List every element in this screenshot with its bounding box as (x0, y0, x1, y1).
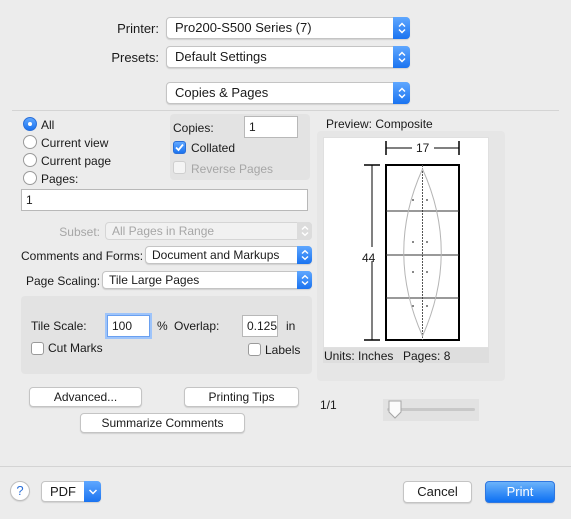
popup-arrows-icon (393, 46, 410, 68)
radio-current-view[interactable] (23, 135, 37, 149)
scaling-value: Tile Large Pages (109, 273, 200, 287)
popup-arrows-icon (297, 246, 312, 264)
popup-arrows-icon (297, 271, 312, 289)
help-icon: ? (16, 483, 24, 498)
popup-arrows-icon (393, 82, 410, 104)
radio-pages[interactable] (23, 171, 37, 185)
preview-width-label: 17 (416, 141, 430, 155)
pages-count-label: Pages: 8 (403, 349, 451, 363)
printer-label: Printer: (117, 21, 159, 36)
preview-diagram (360, 141, 460, 341)
scaling-popup[interactable]: Tile Large Pages (102, 271, 312, 289)
print-button[interactable]: Print (485, 481, 555, 503)
pdf-label: PDF (50, 484, 76, 499)
labels-checkbox[interactable] (248, 343, 261, 356)
chevron-down-icon (84, 481, 101, 502)
subset-label: Subset: (59, 225, 100, 239)
section-value: Copies & Pages (175, 85, 269, 100)
help-button[interactable]: ? (10, 481, 30, 501)
subset-popup[interactable]: All Pages in Range (105, 222, 312, 240)
preview-title: Preview: Composite (326, 117, 433, 131)
header-separator (12, 110, 559, 111)
section-popup[interactable]: Copies & Pages (166, 82, 410, 104)
comments-label: Comments and Forms: (21, 249, 144, 263)
pages-field[interactable]: 1 (21, 189, 308, 211)
subset-value: All Pages in Range (112, 224, 215, 238)
popup-arrows-icon (393, 17, 410, 39)
radio-current-page[interactable] (23, 153, 37, 167)
printer-value: Pro200-S500 Series (7) (175, 20, 312, 35)
copies-label: Copies: (173, 121, 214, 135)
reverse-pages-checkbox[interactable] (173, 161, 186, 174)
preview-height-label: 44 (362, 251, 376, 265)
copies-field[interactable]: 1 (244, 116, 298, 138)
tile-scale-field[interactable]: 100 (107, 315, 150, 337)
collated-checkbox[interactable] (173, 141, 186, 154)
comments-value: Document and Markups (152, 248, 280, 262)
comments-popup[interactable]: Document and Markups (145, 246, 312, 264)
checkmark-icon (175, 143, 184, 152)
labels-label: Labels (265, 343, 301, 357)
cancel-button[interactable]: Cancel (403, 481, 472, 503)
presets-label: Presets: (111, 50, 159, 65)
popup-arrows-icon (297, 222, 312, 240)
slider-thumb[interactable] (387, 400, 403, 419)
units-label: Units: Inches (324, 349, 394, 363)
radio-all[interactable] (23, 117, 37, 131)
summarize-comments-button[interactable]: Summarize Comments (80, 413, 245, 433)
advanced-button[interactable]: Advanced... (29, 387, 142, 407)
overlap-field[interactable]: 0.125 (242, 315, 278, 337)
footer-separator (0, 466, 571, 467)
radio-current-page-label: Current page (41, 154, 112, 168)
page-indicator: 1/1 (320, 398, 337, 412)
tile-scale-label: Tile Scale: (31, 319, 87, 333)
cut-marks-checkbox[interactable] (31, 342, 44, 355)
printer-popup[interactable]: Pro200-S500 Series (7) (166, 17, 410, 39)
presets-popup[interactable]: Default Settings (166, 46, 410, 68)
presets-value: Default Settings (175, 49, 267, 64)
pdf-menu-button[interactable]: PDF (41, 481, 101, 502)
collated-label: Collated (191, 141, 236, 155)
overlap-unit: in (286, 319, 296, 333)
percent-label: % (157, 319, 168, 333)
cut-marks-label: Cut Marks (48, 341, 103, 355)
page-slider[interactable] (383, 399, 479, 421)
printing-tips-button[interactable]: Printing Tips (184, 387, 299, 407)
overlap-label: Overlap: (174, 319, 220, 333)
reverse-pages-label: Reverse Pages (191, 162, 274, 176)
radio-all-label: All (41, 118, 55, 132)
radio-pages-label: Pages: (41, 172, 79, 186)
scaling-label: Page Scaling: (26, 274, 101, 288)
radio-current-view-label: Current view (41, 136, 109, 150)
